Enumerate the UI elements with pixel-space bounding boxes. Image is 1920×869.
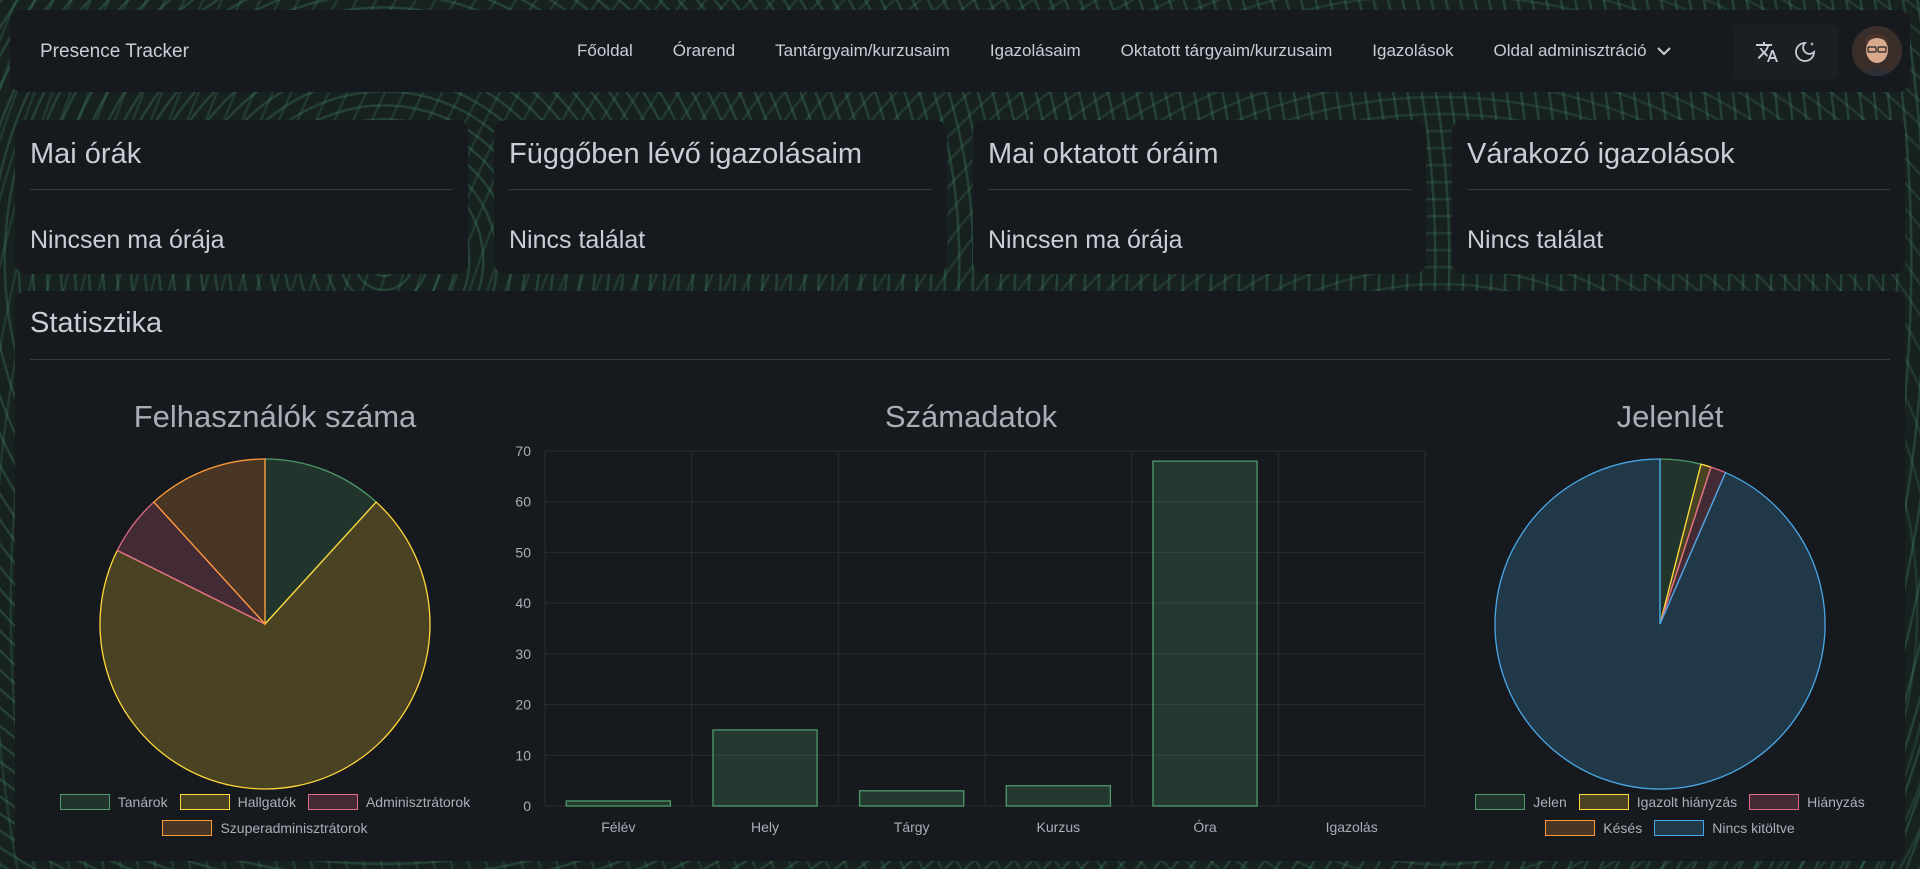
nav-link-home[interactable]: Főoldal	[577, 41, 633, 61]
user-avatar[interactable]	[1852, 26, 1902, 76]
dark-mode-icon[interactable]	[1793, 40, 1817, 64]
nav-link-timetable[interactable]: Órarend	[673, 41, 735, 61]
users-chart-title: Felhasználók száma	[133, 399, 417, 434]
card-todays-taught-classes: Mai oktatott óráim Nincsen ma órája	[973, 120, 1426, 274]
statistics-panel: Statisztika Felhasználók száma Tanárok Ha…	[15, 291, 1905, 861]
nav-link-my-courses[interactable]: Tantárgyaim/kurzusaim	[775, 41, 950, 61]
legend-swatch	[1475, 794, 1526, 810]
y-tick-label: 60	[515, 494, 531, 510]
legend-label: Hiányzás	[1807, 794, 1865, 810]
card-todays-classes: Mai órák Nincsen ma órája	[15, 120, 468, 274]
y-tick-label: 0	[523, 798, 531, 814]
y-tick-label: 10	[515, 747, 531, 763]
x-tick-label: Hely	[751, 819, 779, 835]
legend-swatch	[1654, 820, 1705, 836]
card-empty-text: Nincs találat	[1467, 226, 1604, 254]
y-tick-label: 40	[515, 595, 531, 611]
x-tick-label: Tárgy	[894, 819, 930, 835]
y-tick-label: 20	[515, 697, 531, 713]
card-title: Mai órák	[30, 138, 142, 170]
x-tick-label: Óra	[1193, 819, 1217, 835]
legend-label: Nincs kitöltve	[1712, 820, 1795, 836]
counts-chart-title: Számadatok	[884, 399, 1058, 434]
legend-label: Igazolt hiányzás	[1636, 794, 1738, 810]
chevron-down-icon	[1656, 47, 1671, 56]
bar-hely[interactable]	[712, 729, 818, 807]
card-title: Mai oktatott óráim	[988, 138, 1219, 170]
x-tick-label: Kurzus	[1037, 819, 1081, 835]
legend-swatch	[1545, 820, 1596, 836]
card-title: Függőben lévő igazolásaim	[509, 138, 863, 170]
legend-item-nincs-kitoltve[interactable]: Nincs kitöltve	[1654, 820, 1795, 836]
nav-link-taught-courses[interactable]: Oktatott tárgyaim/kurzusaim	[1121, 41, 1333, 61]
bar-kurzus[interactable]	[1005, 785, 1112, 807]
card-waiting-excuses: Várakozó igazolások Nincs találat	[1452, 120, 1905, 274]
translate-icon[interactable]	[1755, 40, 1779, 64]
y-tick-label: 50	[515, 544, 531, 560]
top-navbar: Presence Tracker Főoldal Órarend Tantárg…	[10, 10, 1910, 92]
legend-label: Tanárok	[117, 794, 168, 810]
legend-item-hallgatok[interactable]: Hallgatók	[179, 794, 296, 810]
x-tick-label: Igazolás	[1326, 819, 1378, 835]
users-pie-chart	[99, 458, 431, 790]
card-empty-text: Nincsen ma órája	[988, 226, 1183, 254]
nav-dropdown-admin[interactable]: Oldal adminisztráció	[1494, 41, 1671, 61]
toolbar-icons	[1733, 24, 1839, 80]
statistics-title: Statisztika	[30, 307, 163, 339]
bar-felev[interactable]	[565, 800, 672, 807]
divider	[988, 189, 1411, 190]
bar-ora[interactable]	[1152, 460, 1258, 807]
legend-label: Jelen	[1533, 794, 1567, 810]
x-tick-label: Félév	[601, 819, 635, 835]
divider	[509, 189, 932, 190]
legend-item-igazolt-hianyzas[interactable]: Igazolt hiányzás	[1578, 794, 1738, 810]
legend-label: Hallgatók	[237, 794, 296, 810]
legend-label: Adminisztrátorok	[365, 794, 471, 810]
nav-links: Főoldal Órarend Tantárgyaim/kurzusaim Ig…	[577, 10, 1671, 92]
legend-swatch	[307, 794, 358, 810]
legend-swatch	[59, 794, 110, 810]
legend-swatch	[1749, 794, 1800, 810]
legend-swatch	[1578, 794, 1629, 810]
nav-link-my-excuses[interactable]: Igazolásaim	[990, 41, 1081, 61]
legend-item-tanarok[interactable]: Tanárok	[59, 794, 168, 810]
attendance-chart-legend: Jelen Igazolt hiányzás Hiányzás Késés Nincs …	[1440, 794, 1900, 836]
card-empty-text: Nincs találat	[509, 226, 646, 254]
legend-item-jelen[interactable]: Jelen	[1475, 794, 1567, 810]
divider	[1467, 189, 1890, 190]
nav-link-excuses[interactable]: Igazolások	[1372, 41, 1453, 61]
card-title: Várakozó igazolások	[1467, 138, 1735, 170]
legend-swatch	[162, 820, 213, 836]
legend-item-keses[interactable]: Késés	[1545, 820, 1642, 836]
card-pending-excuses: Függőben lévő igazolásaim Nincs találat	[494, 120, 947, 274]
legend-item-hianyzas[interactable]: Hiányzás	[1749, 794, 1865, 810]
attendance-pie-chart	[1494, 458, 1826, 790]
users-chart-legend: Tanárok Hallgatók Adminisztrátorok Szuperad…	[35, 794, 495, 836]
pie-slice-nincs-kitoltve[interactable]	[1494, 458, 1826, 790]
legend-label: Szuperadminisztrátorok	[220, 820, 368, 836]
legend-swatch	[179, 794, 230, 810]
divider	[30, 359, 1890, 360]
legend-label: Késés	[1603, 820, 1643, 836]
brand-logo-text[interactable]: Presence Tracker	[40, 41, 189, 63]
counts-bar-chart: 0 10 20 30 40 50 60 70 Félév Hely Tárgy Kurzus Óra Ig…	[515, 443, 1426, 835]
attendance-chart-title: Jelenlét	[1616, 399, 1724, 434]
legend-item-szuperadminisztratorok[interactable]: Szuperadminisztrátorok	[162, 820, 368, 836]
bar-targy[interactable]	[858, 790, 965, 807]
legend-item-adminisztratorok[interactable]: Adminisztrátorok	[307, 794, 471, 810]
y-tick-label: 70	[515, 443, 531, 459]
card-empty-text: Nincsen ma órája	[30, 226, 225, 254]
y-tick-label: 30	[515, 646, 531, 662]
divider	[30, 189, 453, 190]
nav-dropdown-admin-label: Oldal adminisztráció	[1493, 41, 1647, 60]
